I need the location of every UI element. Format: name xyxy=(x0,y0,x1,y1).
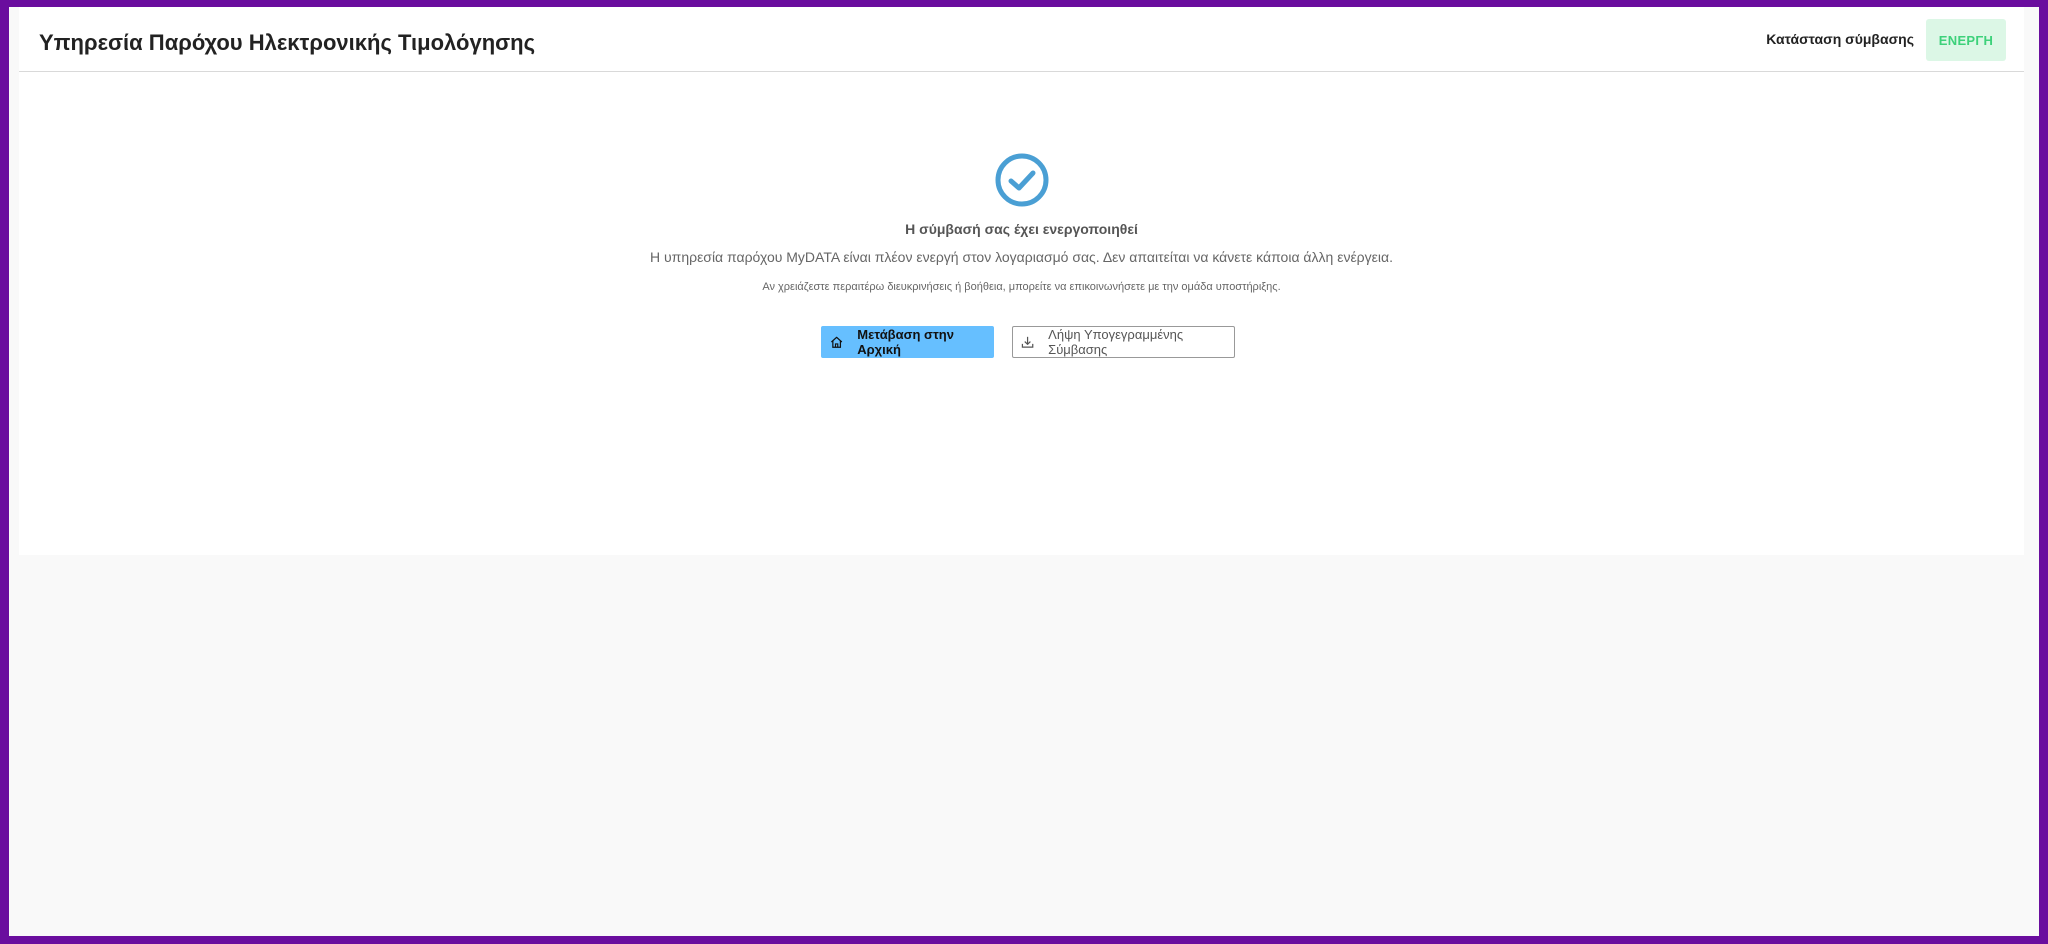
go-home-button[interactable]: Μετάβαση στην Αρχική xyxy=(821,326,994,358)
status-badge: ΕΝΕΡΓΗ xyxy=(1926,19,2006,61)
app-frame: Υπηρεσία Παρόχου Ηλεκτρονικής Τιμολόγηση… xyxy=(9,7,2039,936)
download-contract-label: Λήψη Υπογεγραμμένης Σύμβασης xyxy=(1048,327,1184,357)
page-title: Υπηρεσία Παρόχου Ηλεκτρονικής Τιμολόγηση… xyxy=(39,30,536,55)
success-heading: Η σύμβασή σας έχει ενεργοποιηθεί xyxy=(905,221,1138,237)
home-icon xyxy=(831,336,843,348)
check-circle-icon xyxy=(995,153,1049,207)
download-contract-button[interactable]: Λήψη Υπογεγραμμένης Σύμβασης xyxy=(1012,326,1235,358)
download-icon xyxy=(1021,336,1034,348)
contract-status-label: Κατάσταση σύμβασης xyxy=(1766,31,1914,47)
go-home-label: Μετάβαση στην Αρχική xyxy=(857,327,954,357)
page-header: Υπηρεσία Παρόχου Ηλεκτρονικής Τιμολόγηση… xyxy=(19,7,2024,72)
main-card: Υπηρεσία Παρόχου Ηλεκτρονικής Τιμολόγηση… xyxy=(19,7,2024,555)
help-text: Αν χρειάζεστε περαιτέρω διευκρινήσεις ή … xyxy=(762,281,1281,293)
success-description: Η υπηρεσία παρόχου MyDATA είναι πλέον εν… xyxy=(650,249,1393,265)
